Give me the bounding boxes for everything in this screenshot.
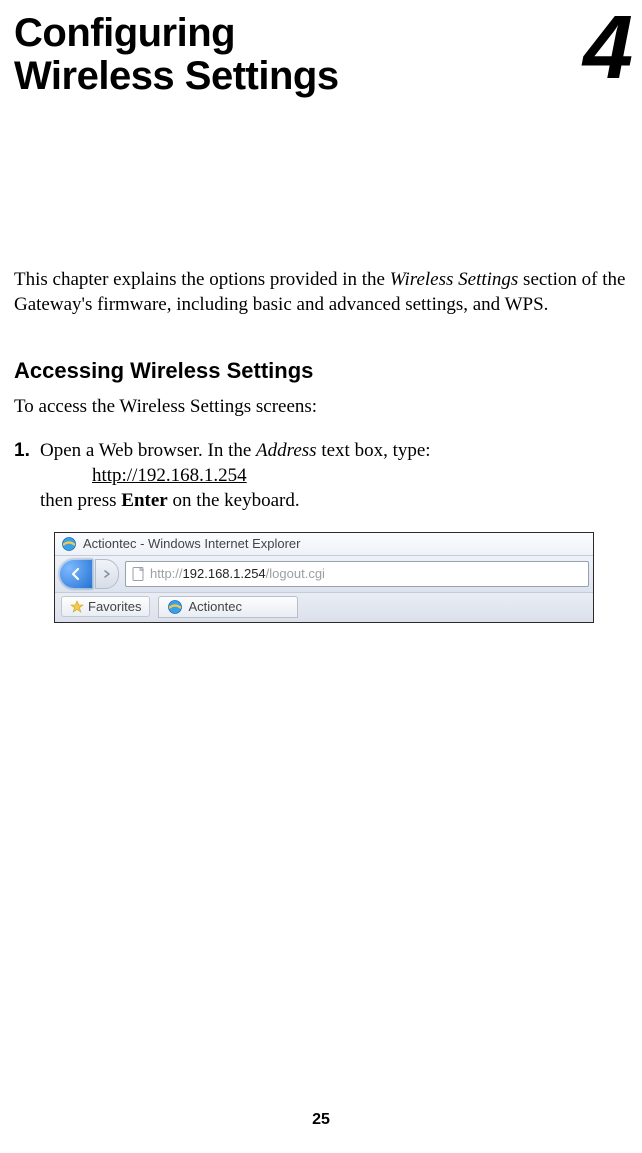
intro-paragraph: This chapter explains the options provid…: [14, 268, 642, 317]
favorites-button[interactable]: Favorites: [61, 596, 150, 617]
tab-label: Actiontec: [188, 599, 241, 614]
star-icon: [70, 600, 84, 614]
ie-icon: [167, 599, 183, 615]
page-number: 25: [0, 1111, 642, 1129]
page-icon: [130, 566, 146, 582]
chapter-title-line2: Wireless Settings: [14, 54, 339, 98]
address-text: http://192.168.1.254/logout.cgi: [150, 566, 325, 581]
chapter-header: Configuring Wireless Settings 4: [14, 12, 642, 98]
section-heading: Accessing Wireless Settings: [14, 358, 642, 384]
browser-titlebar: Actiontec - Windows Internet Explorer: [55, 533, 593, 556]
step-number: 1.: [14, 438, 40, 514]
step-mid: text box, type:: [317, 440, 431, 461]
chapter-title-line1: Configuring: [14, 11, 235, 55]
url-grey-pre: http://: [150, 566, 183, 581]
chapter-number: 4: [583, 12, 630, 84]
browser-screenshot: Actiontec - Windows Internet Explorer ht…: [54, 532, 594, 623]
back-button[interactable]: [59, 559, 93, 589]
url-dark: 192.168.1.254: [183, 566, 266, 581]
browser-tab[interactable]: Actiontec: [158, 596, 298, 618]
step-post-pre: then press: [40, 490, 121, 511]
ie-icon: [61, 536, 77, 552]
url-grey-post: /logout.cgi: [266, 566, 325, 581]
intro-italic: Wireless Settings: [390, 269, 519, 290]
step-post-after: on the keyboard.: [168, 490, 300, 511]
step-1: 1. Open a Web browser. In the Address te…: [14, 438, 642, 514]
step-pre: Open a Web browser. In the: [40, 440, 256, 461]
browser-nav-row: http://192.168.1.254/logout.cgi: [55, 556, 593, 593]
browser-favorites-row: Favorites Actiontec: [55, 593, 593, 622]
intro-pre: This chapter explains the options provid…: [14, 269, 390, 290]
step-url: http://192.168.1.254: [92, 463, 247, 488]
step-body: Open a Web browser. In the Address text …: [40, 438, 642, 514]
favorites-label: Favorites: [88, 599, 141, 614]
forward-button[interactable]: [95, 559, 119, 589]
browser-title-text: Actiontec - Windows Internet Explorer: [83, 536, 300, 551]
chapter-title: Configuring Wireless Settings: [14, 12, 339, 98]
step-post-bold: Enter: [121, 490, 167, 511]
address-bar[interactable]: http://192.168.1.254/logout.cgi: [125, 561, 589, 587]
step-italic: Address: [256, 440, 317, 461]
section-sub: To access the Wireless Settings screens:: [14, 396, 642, 418]
